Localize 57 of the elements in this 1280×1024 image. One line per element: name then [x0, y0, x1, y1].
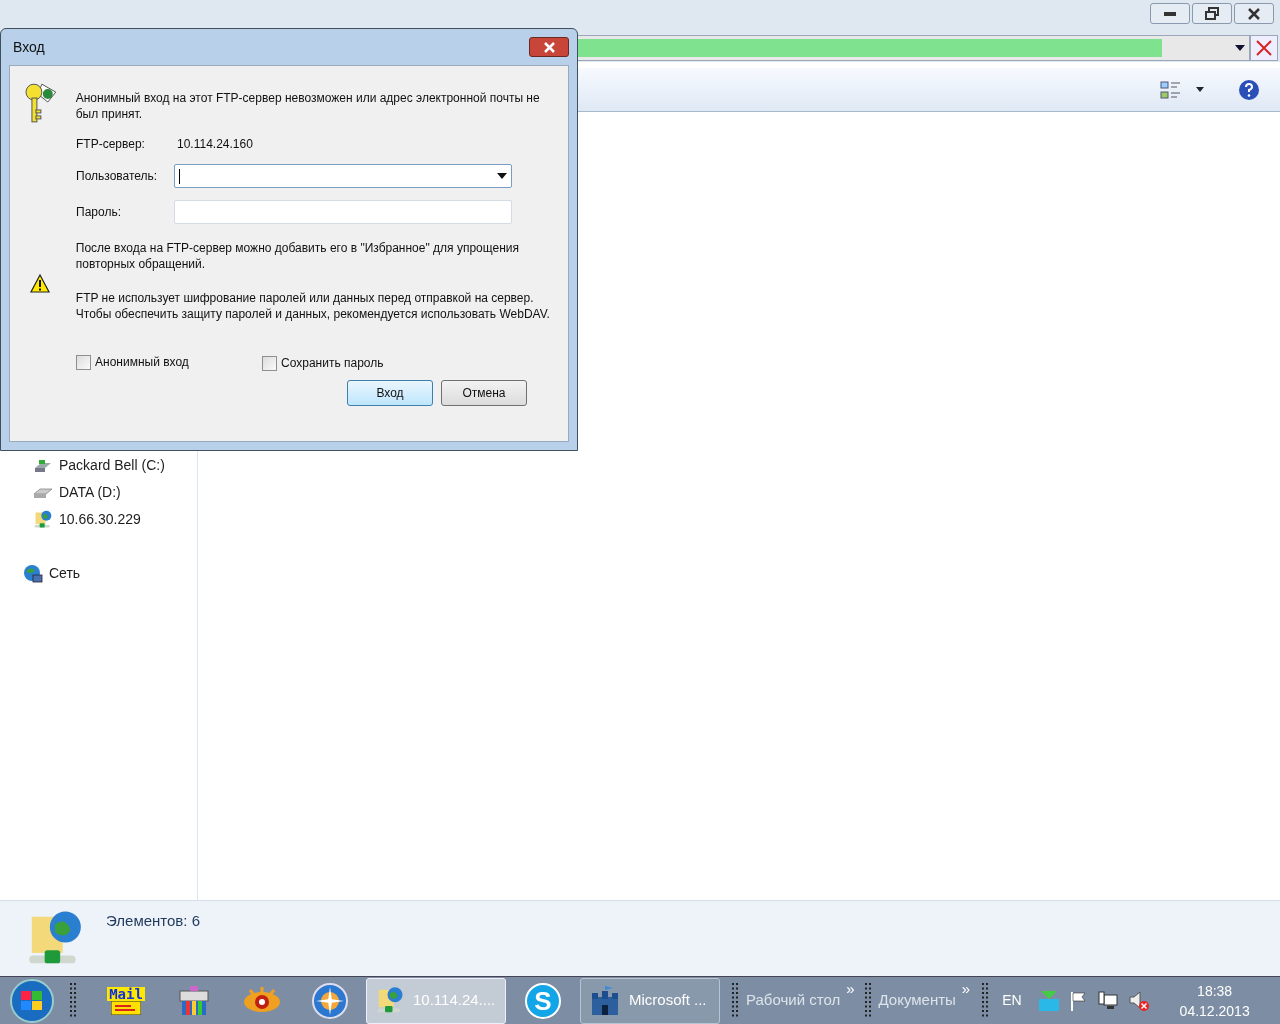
dropdown-caret-icon[interactable] — [1235, 45, 1245, 51]
windows-logo-icon — [21, 990, 43, 1011]
nav-item[interactable]: Packard Bell (C:) — [0, 452, 197, 479]
toolbar-chevron[interactable]: » — [846, 978, 855, 1001]
grip-icon[interactable] — [70, 982, 78, 1019]
network-globe-icon — [23, 563, 43, 584]
nav-item[interactable]: Сеть — [0, 560, 197, 587]
checkbox[interactable] — [76, 354, 91, 370]
grip-icon[interactable] — [864, 982, 873, 1019]
grip-icon[interactable] — [982, 982, 991, 1019]
server-address: 10.114.24.160 — [177, 136, 253, 153]
checkbox-label[interactable]: Сохранить пароль — [281, 354, 384, 372]
favorites-note: После входа на FTP-сервер можно добавить его в "Избранное" для упрощения повторных обращений. — [75, 240, 520, 272]
ftp-folder-icon — [33, 509, 53, 530]
checkbox[interactable] — [262, 355, 277, 371]
checkbox-label[interactable]: Анонимный вход — [95, 353, 189, 371]
dropdown-caret-icon — [497, 173, 507, 179]
toolbar-chevron[interactable]: » — [961, 978, 971, 1001]
dialog-button[interactable]: Вход — [347, 380, 433, 406]
muted-speaker-icon[interactable] — [1127, 989, 1150, 1012]
warning-icon — [30, 273, 50, 293]
close-icon — [543, 41, 555, 53]
username-label: Пользователь: — [76, 168, 159, 185]
username-combobox[interactable] — [174, 164, 512, 188]
mail-icon-label[interactable]: Mail — [107, 986, 145, 1001]
password-label: Пароль: — [76, 204, 122, 221]
password-field[interactable] — [174, 200, 512, 224]
nav-item[interactable]: DATA (D:) — [0, 479, 197, 506]
language-indicator[interactable]: EN — [1002, 990, 1022, 1011]
close-button[interactable] — [1234, 3, 1274, 24]
help-icon[interactable] — [1238, 78, 1260, 101]
start-button[interactable] — [10, 978, 54, 1023]
view-options-icon[interactable] — [1160, 79, 1182, 100]
drive-icon — [33, 457, 53, 474]
castle-icon — [589, 984, 621, 1017]
error-message: Анонимный вход на этот FTP-сервер невозможен или адрес электронной почты не был принят. — [75, 90, 541, 123]
close-icon — [1248, 7, 1260, 20]
flag-icon[interactable] — [1069, 990, 1088, 1011]
drive-icon — [33, 486, 53, 499]
dialog-title: Вход — [12, 37, 45, 57]
compass-icon[interactable] — [311, 981, 349, 1020]
server-label: FTP-сервер: — [76, 136, 146, 153]
grip-icon[interactable] — [732, 982, 740, 1019]
monitor-icon[interactable] — [1097, 990, 1118, 1011]
nav-item[interactable]: 10.66.30.229 — [0, 506, 197, 533]
minimize-button[interactable] — [1150, 3, 1190, 24]
item-count: Элементов: 6 — [106, 911, 200, 931]
minimize-icon — [1164, 11, 1176, 16]
restore-button[interactable] — [1192, 3, 1232, 24]
close-icon — [1256, 40, 1272, 56]
dropdown-caret-icon[interactable] — [1196, 87, 1204, 92]
security-warning: FTP не использует шифрование паролей или данных перед отправкой на сервер. Чтобы обеспечить защиту паролей и данных, рекомендуется использовать WebDAV. — [75, 290, 551, 322]
close-button[interactable] — [529, 37, 569, 57]
clock[interactable]: 18:38 04.12.2013 — [1169, 980, 1260, 1021]
restore-icon — [1205, 7, 1219, 20]
stop-button[interactable] — [1250, 35, 1278, 61]
dialog-button[interactable]: Отмена — [441, 380, 527, 406]
